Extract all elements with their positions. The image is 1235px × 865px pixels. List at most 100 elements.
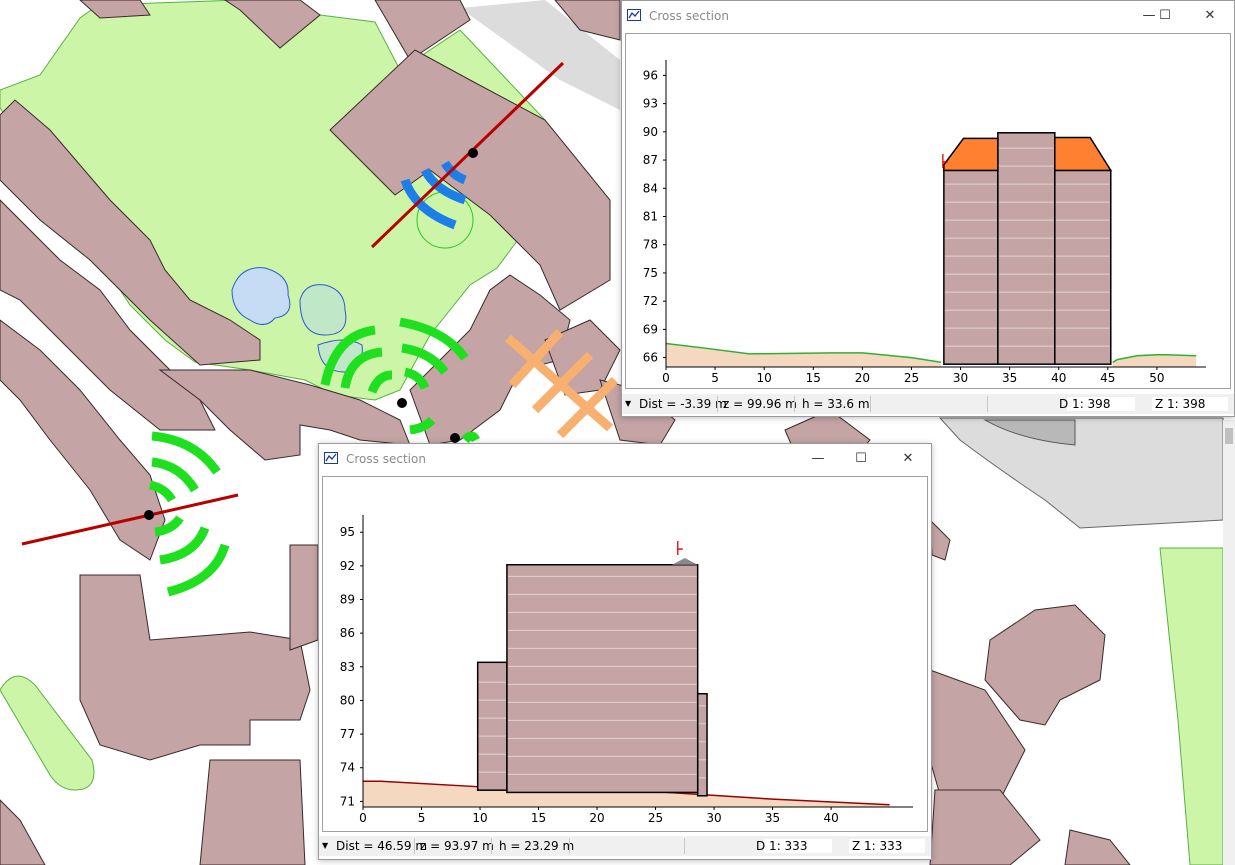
pond [299, 284, 347, 336]
y-tick-label: 96 [643, 68, 658, 82]
x-tick-label: 40 [1051, 371, 1066, 385]
maximize-button[interactable]: ☐ [846, 448, 876, 470]
receiver-point[interactable] [397, 398, 407, 408]
status-separator [987, 396, 988, 412]
status-bar: ▼ Dist = -3.39 m z = 99.96 m h = 33.6 m … [622, 394, 1234, 414]
building-section [943, 169, 999, 365]
y-tick-label: 69 [643, 322, 658, 336]
y-tick-label: 78 [643, 238, 658, 252]
x-tick-label: 35 [765, 811, 780, 825]
status-z-scale: Z 1: 398 [1155, 397, 1206, 411]
status-separator [569, 838, 570, 854]
y-tick-label: 66 [643, 351, 658, 365]
x-tick-label: 40 [823, 811, 838, 825]
x-tick-label: 10 [472, 811, 487, 825]
cross-section-plot[interactable]: 0 5 10 15 20 25 30 35 40 71 74 77 80 83 86 89 92 95 [322, 476, 928, 832]
y-tick-label: 75 [643, 266, 658, 280]
building-section [506, 563, 699, 794]
building-section [997, 132, 1056, 365]
y-tick-label: 77 [340, 727, 355, 741]
status-height: h = 23.29 m [499, 839, 575, 853]
terrain-profile-fill [666, 343, 941, 367]
y-tick-label: 86 [340, 626, 355, 640]
y-tick-label: 80 [340, 693, 355, 707]
y-tick-label: 93 [643, 97, 658, 111]
receiver-marker [677, 541, 683, 556]
dropdown-arrow-icon[interactable]: ▼ [322, 836, 328, 856]
window-title-bar[interactable]: Cross section — ☐ ✕ [622, 1, 1234, 31]
y-tick-label: 90 [643, 125, 658, 139]
status-bar: ▼ Dist = 46.59 m z = 93.97 m h = 23.29 m… [319, 836, 931, 856]
x-tick-label: 30 [953, 371, 968, 385]
x-tick-label: 10 [757, 371, 772, 385]
building [289, 544, 319, 651]
cross-section-chart: 0 5 10 15 20 25 30 35 40 45 50 66 69 72 75 78 81 84 87 90 93… [643, 60, 1206, 385]
roof-section [1054, 136, 1113, 172]
status-separator [717, 396, 718, 412]
y-tick-label: 81 [643, 210, 658, 224]
cross-section-app-icon [627, 9, 641, 21]
x-tick-label: 45 [1100, 371, 1115, 385]
terrain-profile-right-fill [1112, 354, 1197, 367]
building-section [696, 692, 708, 797]
close-button[interactable]: ✕ [1195, 5, 1225, 27]
cross-section-plot[interactable]: 0 5 10 15 20 25 30 35 40 45 50 66 69 72 75 78 81 84 87 90 93… [625, 33, 1231, 389]
status-elevation: z = 99.96 m [723, 397, 797, 411]
y-tick-label: 74 [340, 761, 355, 775]
receiver-point[interactable] [450, 433, 460, 443]
y-tick-label: 89 [340, 593, 355, 607]
x-tick-label: 0 [359, 811, 367, 825]
status-separator [414, 838, 415, 854]
cross-section-chart: 0 5 10 15 20 25 30 35 40 71 74 77 80 83 86 89 92 95 [340, 515, 913, 825]
scrollbar-thumb[interactable] [1225, 428, 1233, 444]
cross-section-window-top[interactable]: Cross section — ☐ ✕ 0 5 10 15 20 25 30 35 40 45 50… [621, 0, 1235, 417]
status-separator [794, 396, 795, 412]
receiver-point[interactable] [468, 148, 478, 158]
x-tick-label: 20 [855, 371, 870, 385]
roof-section [943, 137, 999, 172]
status-separator [684, 838, 685, 854]
x-tick-label: 25 [904, 371, 919, 385]
x-tick-label: 0 [662, 371, 670, 385]
receiver-point[interactable] [144, 510, 154, 520]
building [199, 759, 306, 865]
x-tick-label: 30 [706, 811, 721, 825]
status-separator [870, 396, 871, 412]
x-tick-label: 5 [418, 811, 426, 825]
y-tick-label: 71 [340, 794, 355, 808]
status-elevation: z = 93.97 m [420, 839, 494, 853]
status-distance: Dist = -3.39 m [639, 397, 727, 411]
cross-section-app-icon [324, 452, 338, 464]
vertical-scrollbar[interactable] [1223, 420, 1235, 865]
y-tick-label: 83 [340, 660, 355, 674]
x-tick-label: 15 [806, 371, 821, 385]
dropdown-arrow-icon[interactable]: ▼ [625, 394, 631, 414]
status-height: h = 33.6 m [802, 397, 870, 411]
roof-cap [671, 558, 698, 565]
x-tick-label: 50 [1149, 371, 1164, 385]
y-tick-label: 72 [643, 294, 658, 308]
building-section [1054, 169, 1112, 365]
close-button[interactable]: ✕ [893, 448, 923, 470]
y-tick-label: 92 [340, 559, 355, 573]
x-tick-label: 25 [648, 811, 663, 825]
window-title: Cross section [346, 452, 426, 466]
window-title: Cross section [649, 9, 729, 23]
x-tick-label: 5 [711, 371, 719, 385]
x-tick-label: 20 [589, 811, 604, 825]
x-tick-label: 35 [1002, 371, 1017, 385]
y-tick-label: 84 [643, 181, 658, 195]
status-separator [491, 838, 492, 854]
x-tick-label: 15 [531, 811, 546, 825]
building-section [476, 661, 508, 791]
status-d-scale: D 1: 333 [756, 839, 808, 853]
minimize-button[interactable]: — [803, 448, 833, 470]
status-d-scale: D 1: 398 [1059, 397, 1111, 411]
window-title-bar[interactable]: Cross section — ☐ ✕ [319, 444, 931, 474]
y-tick-label: 87 [643, 153, 658, 167]
y-tick-label: 95 [340, 525, 355, 539]
maximize-button[interactable]: ☐ [1150, 5, 1180, 27]
status-z-scale: Z 1: 333 [852, 839, 903, 853]
wave-arc [461, 431, 481, 444]
cross-section-window-bottom[interactable]: Cross section — ☐ ✕ 0 5 10 15 20 25 30 35 40 71 74… [318, 443, 932, 860]
